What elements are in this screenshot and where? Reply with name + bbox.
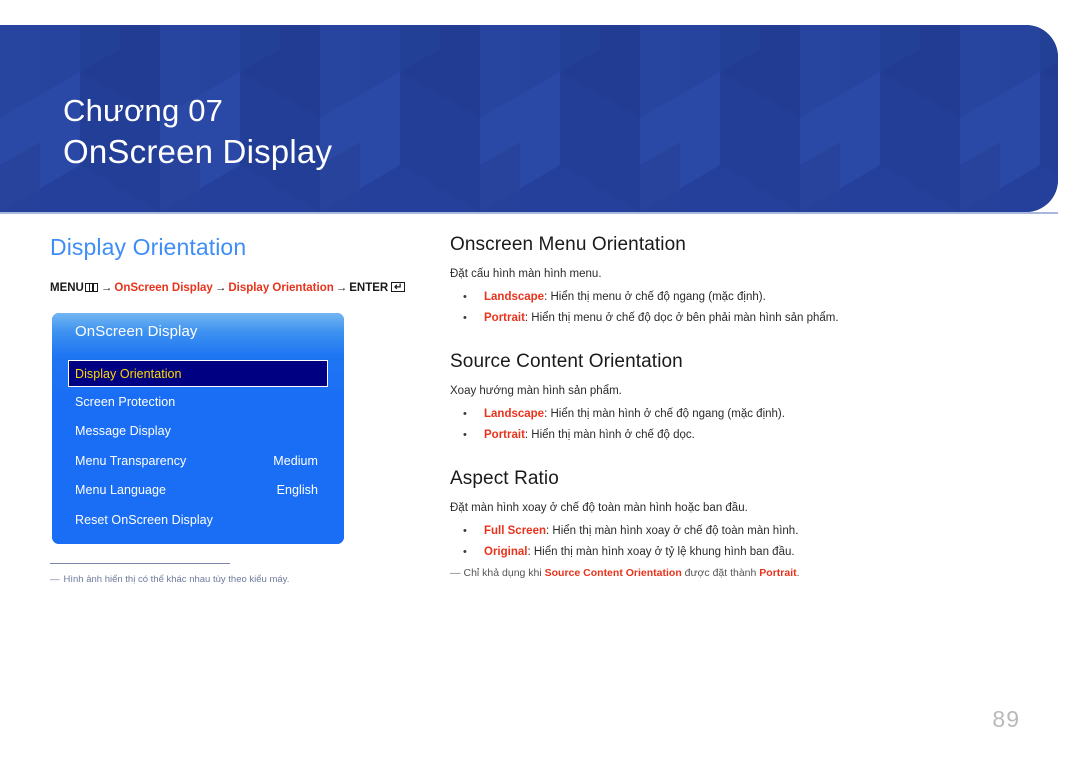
bullet-text: : Hiển thị màn hình ở chế độ ngang (mặc …	[544, 408, 785, 420]
footnote-divider	[50, 563, 230, 564]
section-source-content-orientation: Source Content Orientation Xoay hướng mà…	[450, 349, 1040, 446]
bullet-term: Original	[484, 546, 528, 558]
bullet-text: : Hiển thị màn hình xoay ở tỷ lệ khung h…	[527, 546, 795, 558]
section-aspect-ratio: Aspect Ratio Đặt màn hình xoay ở chế độ …	[450, 466, 1040, 581]
chapter-number: Chương 07	[63, 93, 224, 128]
section-heading: Aspect Ratio	[450, 468, 559, 489]
breadcrumb-step-1: OnScreen Display	[114, 282, 213, 294]
osd-row-label: Display Orientation	[75, 366, 182, 381]
section-bullet-list: Landscape: Hiển thị màn hình ở chế độ ng…	[450, 404, 1040, 446]
enter-key-icon: ↵	[391, 282, 406, 292]
osd-row-menu-transparency[interactable]: Menu Transparency Medium	[68, 446, 328, 476]
section-footnote: ― Chỉ khả dụng khi Source Content Orienta…	[450, 566, 1040, 581]
list-item: Portrait: Hiển thị menu ở chế độ dọc ở b…	[450, 308, 1040, 329]
bullet-text: : Hiển thị menu ở chế độ dọc ở bên phải …	[524, 312, 839, 324]
footnote-post: .	[796, 567, 800, 579]
osd-row-reset-onscreen-display[interactable]: Reset OnScreen Display	[68, 505, 328, 535]
list-item: Portrait: Hiển thị màn hình ở chế độ dọc…	[450, 425, 1040, 446]
list-item: Full Screen: Hiển thị màn hình xoay ở ch…	[450, 521, 1040, 542]
footnote-mid: được đặt thành	[681, 567, 760, 579]
breadcrumb-arrow-2: →	[214, 282, 227, 294]
bullet-term: Landscape	[484, 408, 545, 420]
list-item: Original: Hiển thị màn hình xoay ở tỷ lệ…	[450, 542, 1040, 563]
section-intro: Đặt cấu hình màn hình menu.	[450, 268, 602, 280]
bullet-text: : Hiển thị màn hình xoay ở chế độ toàn m…	[546, 525, 799, 537]
section-intro: Xoay hướng màn hình sản phẩm.	[450, 385, 622, 397]
section-onscreen-menu-orientation: Onscreen Menu Orientation Đặt cấu hình m…	[450, 232, 1040, 329]
osd-row-label: Reset OnScreen Display	[75, 512, 213, 527]
breadcrumb: MENU → OnScreen Display → Display Orientatio…	[50, 281, 430, 296]
osd-row-value: English	[276, 483, 318, 498]
section-heading: Onscreen Menu Orientation	[450, 234, 686, 255]
breadcrumb-step-2: Display Orientation	[228, 282, 334, 294]
list-item: Landscape: Hiển thị menu ở chế độ ngang …	[450, 287, 1040, 308]
footnote-pre: Chỉ khả dụng khi	[463, 567, 545, 579]
breadcrumb-arrow-1: →	[100, 282, 113, 294]
breadcrumb-enter-label: ENTER	[349, 282, 389, 294]
section-heading: Source Content Orientation	[450, 351, 683, 372]
osd-row-value: Medium	[273, 453, 318, 468]
bullet-text: : Hiển thị màn hình ở chế độ dọc.	[524, 429, 695, 441]
footnote-dash: ―	[450, 567, 461, 579]
section-intro: Đặt màn hình xoay ở chế độ toàn màn hình…	[450, 502, 748, 514]
page-title: Display Orientation	[50, 234, 247, 260]
osd-row-label: Screen Protection	[75, 394, 176, 409]
banner-underline	[0, 212, 1058, 214]
manual-page: Chương 07 OnScreen Display Display Orien…	[0, 0, 1080, 763]
osd-menu-header: OnScreen Display	[52, 313, 344, 355]
left-footnote: ― Hình ảnh hiển thị có thể khác nhau tùy …	[50, 563, 410, 586]
chapter-title: OnScreen Display	[63, 133, 333, 170]
footnote-bold-2: Portrait	[759, 567, 797, 579]
breadcrumb-arrow-3: →	[335, 282, 348, 294]
left-column: Display Orientation MENU → OnScreen Displa…	[50, 232, 430, 296]
menu-bars-icon	[84, 283, 98, 292]
bullet-term: Portrait	[484, 429, 525, 441]
right-column: Onscreen Menu Orientation Đặt cấu hình m…	[450, 232, 1040, 581]
left-footnote-text: ― Hình ảnh hiển thị có thể khác nhau tùy …	[50, 573, 410, 586]
bullet-term: Landscape	[484, 291, 545, 303]
osd-row-label: Menu Transparency	[75, 453, 187, 468]
footnote-dash: ―	[50, 574, 60, 585]
section-bullet-list: Full Screen: Hiển thị màn hình xoay ở ch…	[450, 521, 1040, 563]
page-number: 89	[992, 706, 1020, 732]
list-item: Landscape: Hiển thị màn hình ở chế độ ng…	[450, 404, 1040, 425]
bullet-term: Portrait	[484, 312, 525, 324]
section-bullet-list: Landscape: Hiển thị menu ở chế độ ngang …	[450, 287, 1040, 329]
osd-row-display-orientation[interactable]: Display Orientation	[68, 360, 328, 387]
osd-menu-title: OnScreen Display	[75, 323, 198, 340]
osd-row-screen-protection[interactable]: Screen Protection	[68, 387, 328, 417]
chapter-heading-group: Chương 07 OnScreen Display	[63, 91, 332, 173]
bullet-text: : Hiển thị menu ở chế độ ngang (mặc định…	[544, 291, 766, 303]
footnote-body: Hình ảnh hiển thị có thể khác nhau tùy t…	[63, 574, 290, 585]
osd-row-menu-language[interactable]: Menu Language English	[68, 476, 328, 506]
bullet-term: Full Screen	[484, 525, 546, 537]
breadcrumb-menu-label: MENU	[50, 282, 84, 294]
osd-menu-body: Display Orientation Screen Protection Me…	[52, 355, 344, 544]
osd-menu-panel[interactable]: OnScreen Display Display Orientation Scr…	[52, 313, 344, 544]
footnote-bold-1: Source Content Orientation	[544, 567, 682, 579]
chapter-banner: Chương 07 OnScreen Display	[0, 25, 1058, 212]
osd-row-label: Menu Language	[75, 483, 167, 498]
osd-row-label: Message Display	[75, 424, 171, 439]
osd-row-message-display[interactable]: Message Display	[68, 417, 328, 447]
